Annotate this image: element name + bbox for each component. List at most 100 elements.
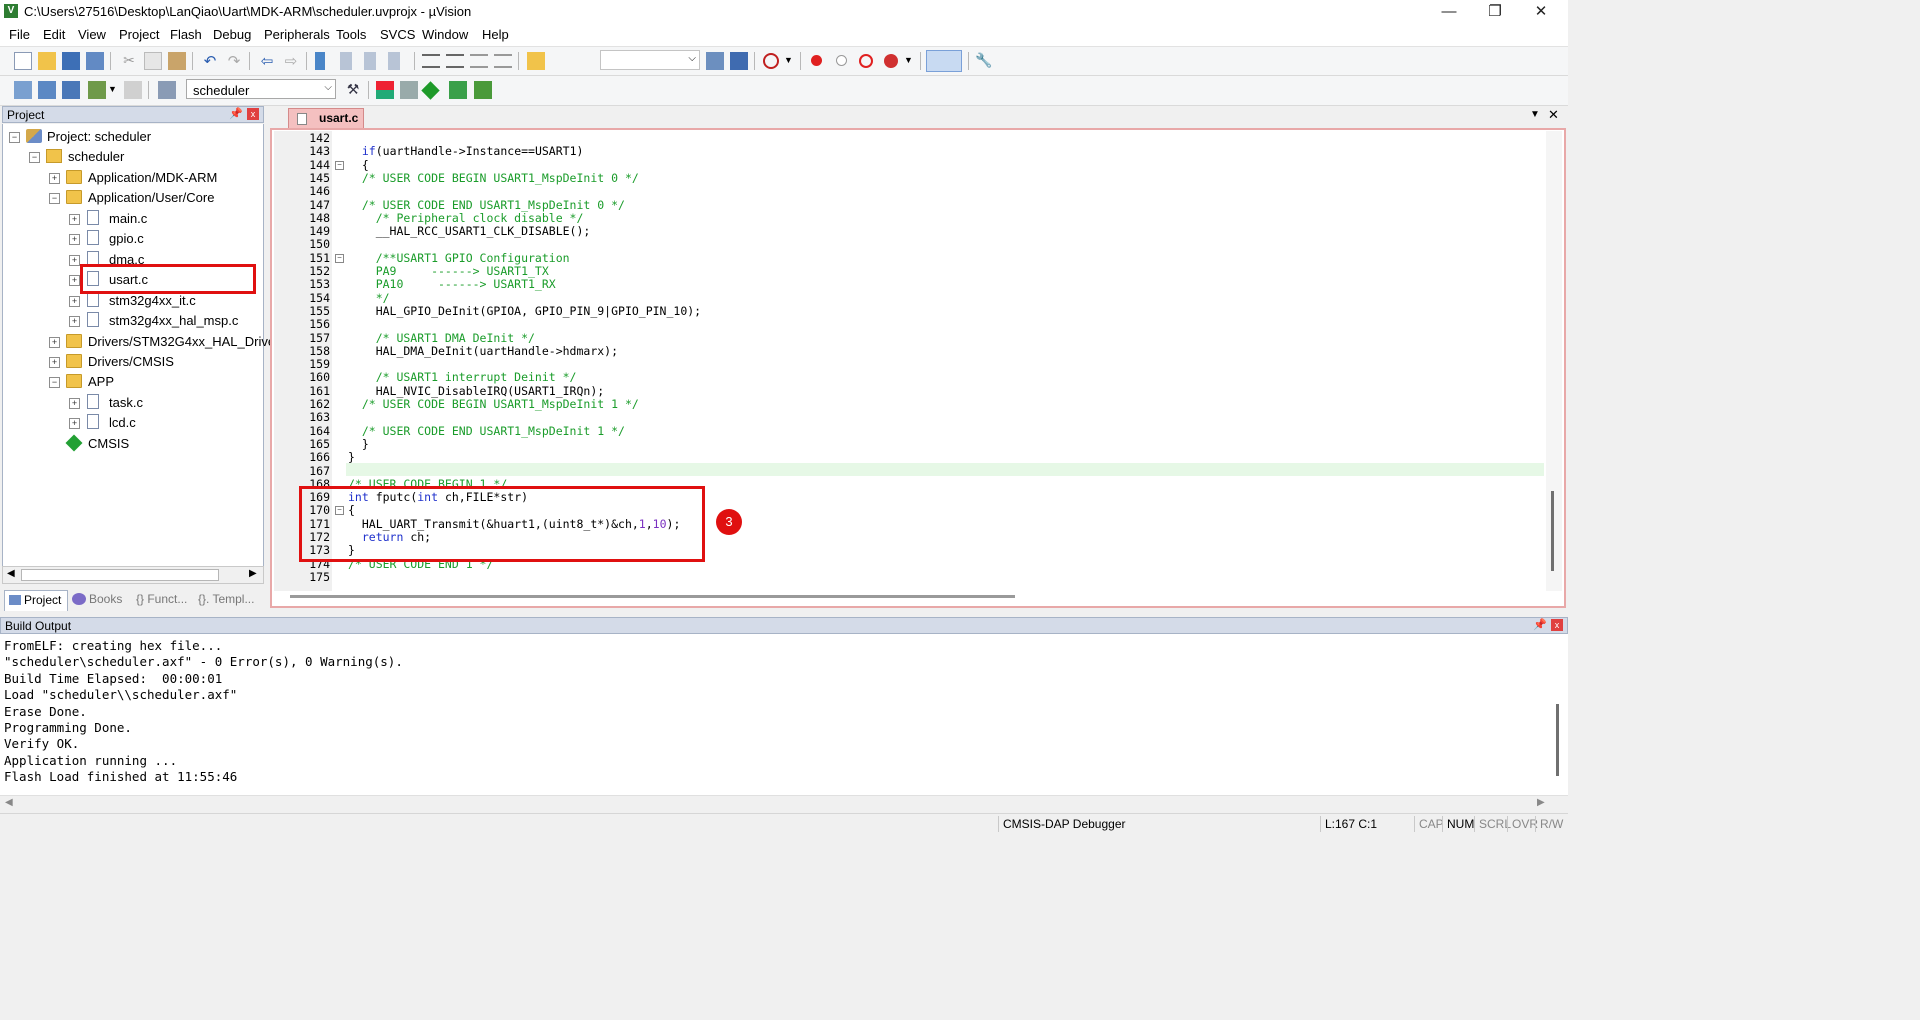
prev-bookmark-icon[interactable] <box>340 52 352 70</box>
find-combo[interactable]: ⌵ <box>600 50 700 70</box>
scroll-left-icon[interactable]: ◀ <box>7 568 15 579</box>
comment-icon[interactable] <box>470 54 488 68</box>
restore-button[interactable]: ❐ <box>1472 0 1518 24</box>
menu-view[interactable]: View <box>78 27 106 42</box>
menu-flash[interactable]: Flash <box>170 27 202 42</box>
save-icon[interactable] <box>62 52 80 70</box>
redo-icon[interactable]: ↷ <box>225 52 243 70</box>
paste-icon[interactable] <box>168 52 186 70</box>
kill-all-breakpoints-icon[interactable] <box>884 54 898 68</box>
build-horizontal-scrollbar[interactable]: ◀ ▶ <box>0 795 1568 812</box>
project-horizontal-scrollbar[interactable]: ◀ ▶ <box>2 566 264 584</box>
indent-icon[interactable] <box>422 54 440 68</box>
tree-item-group[interactable]: − APP <box>49 371 259 391</box>
close-panel-button[interactable]: x <box>1551 619 1563 631</box>
editor-horizontal-scrollbar[interactable] <box>290 595 1015 598</box>
navigate-back-icon[interactable]: ⇦ <box>258 52 276 70</box>
pin-icon[interactable]: 📌 <box>1533 618 1547 631</box>
next-bookmark-icon[interactable] <box>364 52 376 70</box>
tab-project[interactable]: Project <box>4 590 68 611</box>
tree-item-project[interactable]: − Project: scheduler <box>9 126 259 146</box>
scroll-right-icon[interactable]: ▶ <box>249 568 257 579</box>
chevron-down-icon[interactable]: ⌵ <box>688 53 696 64</box>
tab-functions[interactable]: {} Funct... <box>134 590 196 610</box>
menu-debug[interactable]: Debug <box>213 27 251 42</box>
tab-templates[interactable]: {}. Templ... <box>198 590 262 610</box>
expand-icon[interactable]: + <box>49 337 60 348</box>
pack-installer-icon[interactable] <box>449 81 467 99</box>
fold-collapse-icon[interactable]: − <box>335 254 344 263</box>
fold-collapse-icon[interactable]: − <box>335 161 344 170</box>
menu-window[interactable]: Window <box>422 27 468 42</box>
expand-icon[interactable]: + <box>69 255 80 266</box>
target-select[interactable]: scheduler ⌵ <box>186 79 336 99</box>
clear-bookmarks-icon[interactable] <box>388 52 400 70</box>
tree-item-file[interactable]: + task.c <box>69 392 259 412</box>
collapse-icon[interactable]: − <box>49 377 60 388</box>
menu-peripherals[interactable]: Peripherals <box>264 27 330 42</box>
tree-item-group[interactable]: − Application/User/Core <box>49 187 259 207</box>
new-file-icon[interactable] <box>14 52 32 70</box>
collapse-icon[interactable]: − <box>9 132 20 143</box>
close-tab-icon[interactable]: ✕ <box>1548 107 1559 123</box>
build-output-text[interactable]: FromELF: creating hex file... "scheduler… <box>0 634 1568 795</box>
menu-file[interactable]: File <box>9 27 30 42</box>
find-icon[interactable] <box>706 52 724 70</box>
expand-icon[interactable]: + <box>49 357 60 368</box>
incremental-find-icon[interactable] <box>730 52 748 70</box>
editor-vertical-scrollbar[interactable] <box>1546 131 1562 591</box>
pin-icon[interactable]: 📌 <box>229 107 243 120</box>
minimize-button[interactable]: — <box>1426 0 1472 24</box>
build-vertical-scrollbar[interactable] <box>1553 640 1561 790</box>
menu-tools[interactable]: Tools <box>336 27 366 42</box>
bookmark-icon[interactable] <box>315 52 325 70</box>
configure-icon[interactable]: 🔧 <box>975 52 993 70</box>
tree-item-file[interactable]: + stm32g4xx_hal_msp.c <box>69 310 259 330</box>
close-window-button[interactable]: ✕ <box>1518 0 1564 24</box>
window-layout-icon[interactable] <box>926 50 962 72</box>
tree-item-target[interactable]: − scheduler <box>29 146 259 166</box>
uncomment-icon[interactable] <box>494 54 512 68</box>
unindent-icon[interactable] <box>446 54 464 68</box>
expand-icon[interactable]: + <box>69 296 80 307</box>
collapse-icon[interactable]: − <box>49 193 60 204</box>
tree-item-group[interactable]: + Application/MDK-ARM <box>49 167 259 187</box>
tree-item-cmsis[interactable]: CMSIS <box>49 433 259 453</box>
manage-project-items-icon[interactable] <box>400 81 418 99</box>
close-panel-button[interactable]: x <box>247 108 259 120</box>
stop-build-icon[interactable] <box>124 81 142 99</box>
target-options-icon[interactable]: ⚒ <box>344 81 362 99</box>
scrollbar-thumb[interactable] <box>1551 491 1554 571</box>
copy-icon[interactable] <box>144 52 162 70</box>
scroll-right-icon[interactable]: ▶ <box>1537 797 1545 808</box>
tree-item-group[interactable]: + Drivers/STM32G4xx_HAL_Driver <box>49 331 279 351</box>
select-software-packs-icon[interactable] <box>421 81 440 100</box>
cut-icon[interactable]: ✂ <box>120 52 138 70</box>
tree-item-file[interactable]: + lcd.c <box>69 412 259 432</box>
menu-project[interactable]: Project <box>119 27 159 42</box>
run-time-environment-icon[interactable] <box>474 81 492 99</box>
build-icon[interactable] <box>38 81 56 99</box>
batch-build-icon[interactable] <box>88 81 106 99</box>
collapse-icon[interactable]: − <box>29 152 40 163</box>
save-all-icon[interactable] <box>86 52 104 70</box>
manage-components-icon[interactable] <box>376 81 394 99</box>
menu-help[interactable]: Help <box>482 27 509 42</box>
translate-icon[interactable] <box>14 81 32 99</box>
expand-icon[interactable]: + <box>69 316 80 327</box>
expand-icon[interactable]: + <box>69 398 80 409</box>
tree-item-file[interactable]: + gpio.c <box>69 228 259 248</box>
insert-breakpoint-icon[interactable] <box>811 55 822 66</box>
find-in-files-icon[interactable] <box>527 52 545 70</box>
expand-icon[interactable]: + <box>69 275 80 286</box>
rebuild-icon[interactable] <box>62 81 80 99</box>
disable-all-breakpoints-icon[interactable] <box>859 54 873 68</box>
tab-menu-icon[interactable]: ▼ <box>1530 109 1540 120</box>
scrollbar-thumb[interactable] <box>21 569 219 581</box>
undo-icon[interactable]: ↶ <box>201 52 219 70</box>
chevron-down-icon[interactable]: ⌵ <box>324 82 332 93</box>
enable-breakpoint-icon[interactable] <box>836 55 847 66</box>
tree-item-group[interactable]: + Drivers/CMSIS <box>49 351 259 371</box>
tab-books[interactable]: Books <box>70 590 130 610</box>
start-debug-icon[interactable] <box>763 53 779 69</box>
